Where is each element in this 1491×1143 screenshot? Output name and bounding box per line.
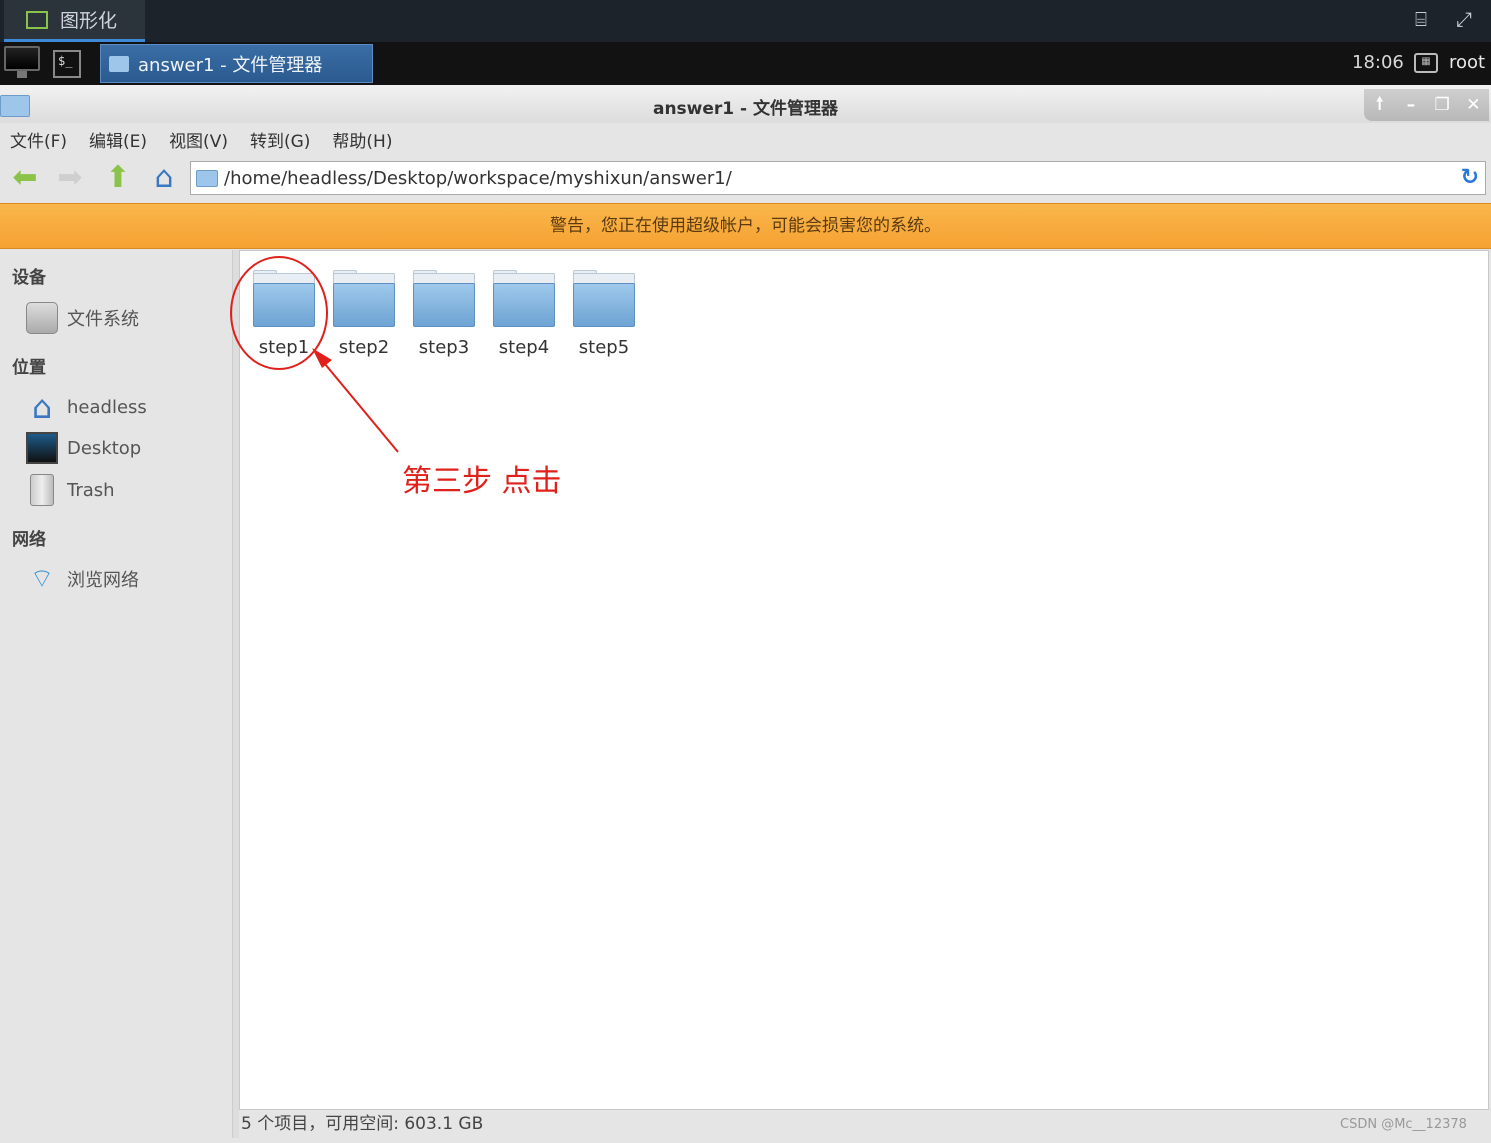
desktop-icon	[26, 432, 58, 464]
app-top-bar: 图形化 ⌸ ⤢	[0, 0, 1491, 42]
folder-label: step5	[578, 337, 630, 358]
folder-icon	[333, 270, 395, 327]
sidebar-item-label: Desktop	[67, 437, 142, 459]
menu-edit[interactable]: 编辑(E)	[89, 127, 147, 152]
up-arrow-icon[interactable]: ⬆	[100, 161, 136, 195]
menu-help[interactable]: 帮助(H)	[332, 127, 392, 152]
menu-view[interactable]: 视图(V)	[169, 127, 228, 152]
clock[interactable]: 18:06	[1352, 52, 1404, 73]
sidebar-heading-devices: 设备	[12, 268, 46, 288]
titlebar[interactable]: answer1 - 文件管理器 🠕 – ❐ ✕	[0, 85, 1491, 123]
drive-icon	[26, 302, 58, 334]
sidebar-item-trash[interactable]: Trash	[26, 472, 115, 508]
reload-icon[interactable]: ↻	[1461, 165, 1479, 190]
folder-icon	[413, 270, 475, 327]
folder-icon	[493, 270, 555, 327]
wifi-icon: ⌔	[29, 564, 55, 594]
sidebar-item-label: 文件系统	[67, 309, 139, 330]
sidebar-item-label: 浏览网络	[67, 570, 139, 591]
address-bar: ↻	[190, 161, 1486, 195]
app-tab-graphics[interactable]: 图形化	[4, 0, 145, 42]
sidebar: 设备 文件系统 位置 ⌂ headless Desktop Trash 网络 ⌔…	[0, 250, 233, 1138]
sidebar-item-label: Trash	[67, 479, 115, 501]
home-icon[interactable]: ⌂	[146, 161, 182, 195]
toolbar: ⬅ ➡ ⬆ ⌂ ↻	[0, 157, 1491, 199]
folder-label: step2	[338, 337, 390, 358]
annotation-label: 第三步 点击	[402, 464, 562, 499]
user-name[interactable]: root	[1449, 52, 1485, 73]
taskbar: $_ answer1 - 文件管理器 18:06 ▦ root	[0, 42, 1491, 85]
keyboard-icon[interactable]: ▦	[1414, 53, 1438, 73]
folder-icon	[573, 270, 635, 327]
sidebar-item-filesystem[interactable]: 文件系统	[26, 300, 139, 336]
taskbar-window-label: answer1 - 文件管理器	[138, 54, 323, 76]
sidebar-heading-places: 位置	[12, 358, 46, 378]
folder-label: step4	[498, 337, 550, 358]
close-button[interactable]: ✕	[1461, 95, 1485, 115]
toolbox-icon[interactable]: ⌸	[1407, 5, 1435, 33]
folder-item-step4[interactable]: step4	[484, 270, 564, 358]
app-tab-label: 图形化	[60, 10, 118, 32]
window-controls: 🠕 – ❐ ✕	[1364, 89, 1489, 121]
folder-label: step3	[418, 337, 470, 358]
file-view[interactable]: step1 step2 step3 step4 step5	[239, 250, 1489, 1110]
trash-icon	[30, 474, 54, 506]
chart-icon	[26, 10, 48, 29]
maximize-button[interactable]: ❐	[1430, 95, 1454, 115]
minimize-button[interactable]: –	[1399, 95, 1423, 115]
back-arrow-icon[interactable]: ⬅	[7, 161, 43, 195]
folder-item-step2[interactable]: step2	[324, 270, 404, 358]
sidebar-item-desktop[interactable]: Desktop	[26, 430, 141, 466]
folder-icon	[196, 169, 218, 187]
fullscreen-icon[interactable]: ⤢	[1450, 5, 1478, 33]
sidebar-heading-network: 网络	[12, 530, 46, 550]
taskbar-window-button[interactable]: answer1 - 文件管理器	[100, 44, 373, 83]
folder-item-step3[interactable]: step3	[404, 270, 484, 358]
sidebar-item-browse-network[interactable]: ⌔ 浏览网络	[26, 561, 139, 597]
folder-icon	[109, 55, 129, 72]
terminal-icon[interactable]: $_	[53, 50, 81, 78]
root-warning-banner: 警告，您正在使用超级帐户，可能会损害您的系统。	[0, 203, 1491, 249]
show-desktop-icon[interactable]	[4, 46, 40, 80]
window-title: answer1 - 文件管理器	[652, 99, 839, 119]
status-bar: 5 个项目，可用空间: 603.1 GB	[239, 1110, 1489, 1138]
sidebar-item-headless[interactable]: ⌂ headless	[26, 389, 147, 425]
home-icon: ⌂	[31, 388, 53, 426]
folder-item-step5[interactable]: step5	[564, 270, 644, 358]
annotation-circle	[230, 256, 328, 370]
menu-go[interactable]: 转到(G)	[250, 127, 310, 152]
address-input[interactable]	[224, 167, 1424, 189]
sidebar-item-label: headless	[67, 396, 147, 418]
watermark: CSDN @Mc__12378	[1340, 1117, 1467, 1132]
forward-arrow-icon[interactable]: ➡	[52, 161, 88, 195]
menu-file[interactable]: 文件(F)	[10, 127, 67, 152]
shade-button[interactable]: 🠕	[1368, 91, 1392, 120]
menubar: 文件(F) 编辑(E) 视图(V) 转到(G) 帮助(H)	[0, 123, 1491, 155]
